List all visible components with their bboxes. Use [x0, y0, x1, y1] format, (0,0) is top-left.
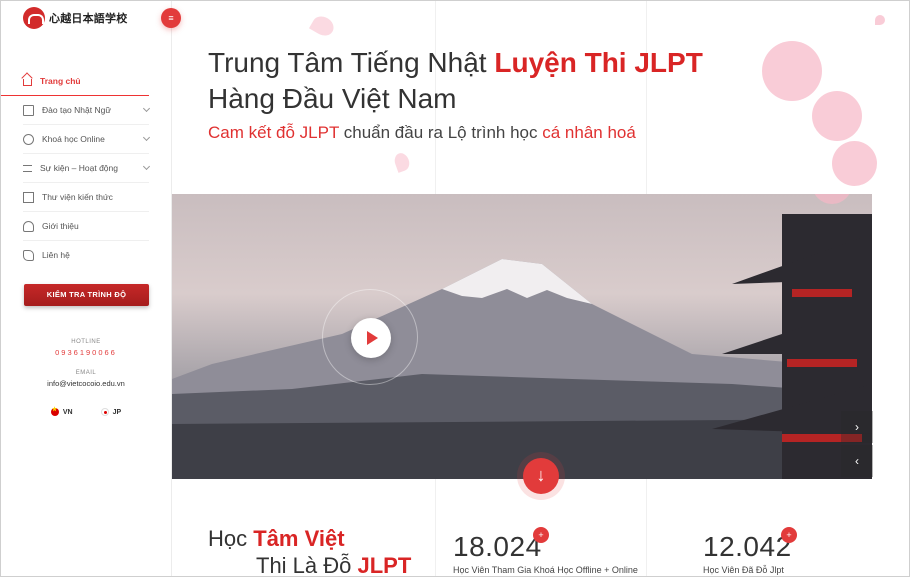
nav-label: Thư viện kiến thức — [42, 192, 113, 202]
stats-title-line2: Thi Là Đỗ JLPT — [256, 553, 412, 577]
nav-label: Đào tạo Nhật Ngữ — [42, 105, 112, 115]
petal-decoration — [392, 151, 412, 173]
stat-value: 12.042 — [703, 531, 792, 562]
blossom-decoration — [832, 141, 877, 186]
nav-label: Liên hệ — [42, 250, 70, 260]
nav-item-training[interactable]: Đào tạo Nhật Ngữ — [23, 96, 151, 125]
language-switcher: VN JP — [1, 406, 171, 416]
japan-flag-icon — [100, 408, 109, 416]
email-block: EMAIL info@vietcocoio.edu.vn — [1, 370, 171, 388]
event-icon — [23, 164, 32, 172]
chevron-down-icon — [142, 133, 151, 142]
book-icon — [23, 104, 34, 116]
nav-item-library[interactable]: Thư viện kiến thức — [23, 183, 149, 212]
plus-icon: + — [533, 527, 549, 543]
title-a-highlight: Tâm Việt — [253, 526, 345, 551]
hero-image — [172, 194, 872, 479]
mountain-landscape — [172, 214, 872, 479]
chevron-down-icon — [142, 162, 151, 171]
nav-item-online-course[interactable]: Khoá học Online — [23, 125, 151, 154]
main-nav: Trang chủ Đào tạo Nhật Ngữ Khoá học Onli… — [1, 67, 171, 269]
nav-label: Giới thiệu — [42, 221, 79, 231]
library-icon — [23, 191, 34, 203]
hero-subline: Cam kết đỗ JLPT chuẩn đầu ra Lộ trình họ… — [208, 123, 636, 143]
blossom-decoration — [762, 41, 822, 101]
brand[interactable]: 心越日本語学校 — [23, 7, 127, 29]
subline-red-2: cá nhân hoá — [542, 123, 636, 142]
scroll-down-button[interactable]: ↓ — [523, 458, 559, 494]
hamburger-icon: ≡ — [168, 13, 174, 23]
slider-next-button[interactable]: › — [841, 411, 873, 443]
headline-highlight: Luyện Thi JLPT — [494, 47, 703, 78]
hotline-label: HOTLINE — [71, 339, 101, 345]
title-b: Thi Là Đỗ — [256, 553, 358, 577]
email-address[interactable]: info@vietcocoio.edu.vn — [1, 379, 171, 388]
vietnam-flag-icon — [50, 406, 59, 416]
petal-decoration — [875, 15, 885, 25]
stat-label: Học Viên Tham Gia Khoá Học Offline + Onl… — [453, 565, 638, 575]
lang-label: VN — [62, 408, 73, 416]
hero-headline: Trung Tâm Tiếng Nhật Luyện Thi JLPT Hàng… — [208, 45, 703, 117]
nav-item-home[interactable]: Trang chủ — [1, 67, 149, 96]
user-icon — [23, 220, 34, 232]
blossom-decoration — [812, 91, 862, 141]
stat-students-passed: 12.042 Học Viên Đã Đỗ Jlpt + — [703, 527, 797, 575]
title-a: Học — [208, 526, 254, 551]
plus-icon: + — [781, 527, 797, 543]
lang-vn[interactable]: VN — [50, 406, 73, 416]
chevron-down-icon — [142, 104, 151, 113]
lang-label: JP — [112, 408, 122, 416]
petal-decoration — [308, 12, 338, 40]
nav-item-about[interactable]: Giới thiệu — [23, 212, 149, 241]
stat-label: Học Viên Đã Đỗ Jlpt — [703, 565, 784, 575]
lang-jp[interactable]: JP — [100, 408, 122, 416]
stats-title-line1: Học Tâm Việt — [208, 525, 345, 553]
phone-icon — [23, 249, 34, 261]
nav-label: Sự kiện – Hoạt động — [40, 163, 118, 173]
page: 心越日本語学校 Trang chủ Đào tạo Nhật Ngữ Khoá … — [0, 0, 910, 577]
title-b-highlight: JLPT — [357, 553, 412, 577]
hotline-block: HOTLINE 0936190066 — [1, 339, 171, 357]
hotline-number[interactable]: 0936190066 — [1, 348, 171, 357]
sidebar: 心越日本語学校 Trang chủ Đào tạo Nhật Ngữ Khoá … — [1, 1, 172, 576]
home-icon — [23, 79, 32, 86]
brand-name: 心越日本語学校 — [49, 13, 128, 25]
nav-label: Trang chủ — [40, 76, 81, 86]
slider-prev-button[interactable]: ‹ — [841, 445, 873, 477]
subline-mid: chuẩn đầu ra Lộ trình học — [339, 123, 543, 142]
nav-item-contact[interactable]: Liên hệ — [23, 241, 149, 269]
play-video-button[interactable] — [351, 318, 391, 358]
logo-icon — [23, 7, 45, 29]
chat-icon — [23, 133, 34, 145]
headline-line2: Hàng Đầu Việt Nam — [208, 83, 457, 114]
level-test-button[interactable]: KIỂM TRA TRÌNH ĐỘ — [24, 284, 149, 306]
subline-red-1: Cam kết đỗ JLPT — [208, 123, 340, 142]
headline-prefix: Trung Tâm Tiếng Nhật — [208, 47, 495, 78]
nav-label: Khoá học Online — [42, 134, 105, 144]
email-label: EMAIL — [75, 370, 97, 376]
menu-toggle-button[interactable]: ≡ — [161, 8, 181, 28]
stat-students-enrolled: 18.024 Học Viên Tham Gia Khoá Học Offlin… — [453, 527, 638, 575]
nav-item-events[interactable]: Sự kiện – Hoạt động — [23, 154, 151, 183]
